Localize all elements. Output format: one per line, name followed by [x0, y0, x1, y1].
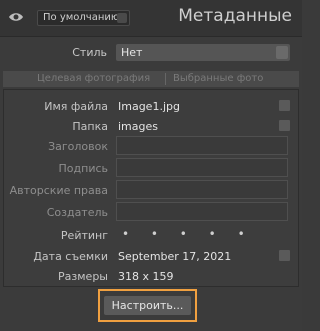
row-caption: Подпись: [4, 158, 300, 178]
arrow-right-icon[interactable]: [279, 120, 290, 131]
row-folder: Папка images: [4, 116, 300, 136]
panel-header: По умолчанию Метаданные: [0, 0, 302, 37]
chevron-updown-icon: [276, 46, 288, 59]
rating-stars[interactable]: • • • • •: [122, 227, 254, 241]
row-creator: Создатель: [4, 202, 300, 222]
dimensions-label: Размеры: [58, 270, 108, 283]
folder-label: Папка: [72, 120, 108, 133]
caption-label: Подпись: [58, 162, 108, 175]
folder-value[interactable]: images: [118, 120, 158, 133]
tab-selected-photos[interactable]: Выбранные фото: [173, 73, 263, 84]
style-select[interactable]: Нет: [116, 44, 290, 61]
customize-button[interactable]: Настроить...: [104, 296, 191, 315]
arrow-right-icon[interactable]: [279, 250, 290, 261]
tab-divider: [165, 73, 166, 85]
copyright-label: Авторские права: [9, 184, 108, 197]
metadata-preset-select[interactable]: По умолчанию: [37, 10, 130, 26]
copyright-field[interactable]: [116, 180, 288, 199]
dimensions-value: 318 x 159: [118, 270, 174, 283]
metadata-panel: По умолчанию Метаданные Стиль Нет Целева…: [0, 0, 302, 331]
tab-target-photo[interactable]: Целевая фотография: [37, 73, 150, 84]
row-file-name: Имя файла Image1.jpg: [4, 96, 300, 116]
style-label: Стиль: [72, 46, 107, 59]
eye-icon[interactable]: [8, 10, 24, 24]
creator-label: Создатель: [46, 206, 108, 219]
customize-button-label: Настроить...: [111, 299, 184, 312]
capture-date-value: September 17, 2021: [118, 250, 232, 263]
row-capture-date: Дата съемки September 17, 2021: [4, 246, 300, 266]
chevron-updown-icon: [117, 13, 127, 23]
row-title: Заголовок: [4, 136, 300, 156]
row-rating: Рейтинг • • • • •: [4, 225, 300, 245]
row-copyright: Авторские права: [4, 180, 300, 200]
creator-field[interactable]: [116, 202, 288, 221]
list-icon[interactable]: [279, 100, 290, 111]
file-name-label: Имя файла: [44, 100, 108, 113]
row-dimensions: Размеры 318 x 159: [4, 266, 300, 286]
panel-title: Метаданные: [178, 6, 292, 26]
customize-highlight: Настроить...: [98, 289, 197, 322]
capture-date-label: Дата съемки: [33, 250, 108, 263]
title-label: Заголовок: [48, 140, 108, 153]
rating-label: Рейтинг: [60, 229, 108, 242]
metadata-fields: Имя файла Image1.jpg Папка images Заголо…: [3, 89, 299, 287]
title-field[interactable]: [116, 136, 288, 155]
file-name-value[interactable]: Image1.jpg: [118, 100, 180, 113]
style-row: Стиль Нет: [3, 40, 299, 66]
caption-field[interactable]: [116, 158, 288, 177]
metadata-preset-value: По умолчанию: [43, 12, 120, 23]
metadata-target-tabs: Целевая фотография Выбранные фото: [3, 71, 299, 87]
style-value: Нет: [121, 46, 143, 59]
